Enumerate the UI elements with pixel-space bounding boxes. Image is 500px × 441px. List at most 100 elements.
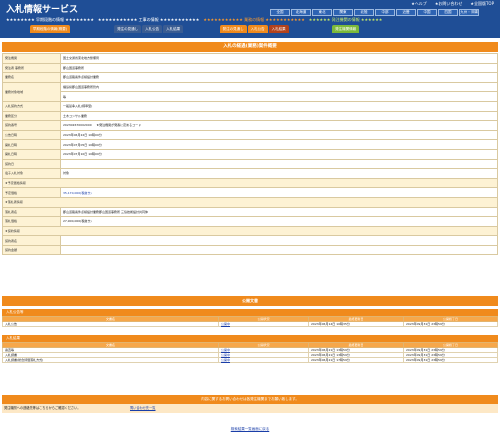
row-label: 発注機関: [2, 53, 61, 64]
region-tab[interactable]: 中国: [417, 9, 437, 16]
row-value: 2023年07月10日 10時00分: [60, 148, 498, 160]
row-value: 郡山道路案件点検設計業務: [60, 72, 498, 83]
app-title: 入札情報サービス: [6, 5, 79, 15]
region-tab[interactable]: 東北: [312, 9, 332, 16]
bidding-section-title: 入札結果: [2, 335, 498, 342]
contact-link[interactable]: ★お問い合わせ: [435, 1, 463, 7]
table-row: 等: [3, 91, 498, 102]
announce-docs-table: 文書名 公開状況 最終更新日 公開終了日 入札公告 公開中 2023年06月14…: [2, 316, 498, 327]
region-tab[interactable]: 近畿: [396, 9, 416, 16]
section-header: ★予定価格情報: [2, 177, 498, 189]
category-nav: ★★★★★★★★ 早期段階の情報 ★★★★★★★★ 早期段階の情報(概要) ★★…: [6, 17, 382, 33]
tab-service-announce[interactable]: 入札公告: [247, 25, 268, 33]
row-value: 福島県郡山国道事務所管内: [60, 81, 498, 93]
row-label: 開札日時: [2, 148, 61, 160]
table-row: 公告日時 2023年06月22日 10時00分: [2, 129, 498, 141]
row-value: 等: [60, 91, 498, 102]
table-row: 開札日時 2023年07月05日 10時00分: [2, 139, 498, 150]
row-label: 契約番号: [2, 120, 61, 131]
doc-status-link[interactable]: 公開中: [218, 321, 309, 327]
announce-section-title: 入札公告等: [2, 309, 498, 316]
national-top-link[interactable]: ★全国版TOP: [470, 1, 494, 7]
row-value: [60, 158, 498, 170]
doc-status-link[interactable]: 公開中: [218, 357, 309, 363]
contract-number: 202302670002000: [63, 123, 92, 128]
table-row: 落札者名 郡山道路案件点検設計業務郡山国道事務所 三協技術設計共同体: [2, 206, 498, 218]
row-value: 2023年07月05日 10時00分: [60, 139, 498, 150]
row-value: 一般競争入札(標準型): [60, 100, 498, 112]
row-label: 電子入札対象: [2, 168, 61, 179]
agency-group: ★★★★★★ 発注機関の情報 ★★★★★★ 発注機関情報: [308, 17, 383, 33]
row-label: 落札者名: [2, 206, 61, 218]
row-value: 郡山道路案件点検設計業務郡山国道事務所 三協技術設計共同体: [60, 206, 498, 218]
header-bar: 入札情報サービス ★ヘルプ ★お問い合わせ ★全国版TOP 全国 北海道 東北 …: [0, 0, 500, 38]
table-row: ★落札者情報: [2, 196, 498, 208]
table-row: ★契約情報: [2, 225, 498, 237]
back-to-results-link[interactable]: 検索結果一覧画面に戻る: [231, 427, 270, 431]
tab-agency-info[interactable]: 発注機関情報: [332, 25, 360, 33]
doc-updated: 2023年06月14日 10時35分: [308, 321, 404, 327]
row-value: 国土交通省東北地方整備局: [60, 53, 498, 64]
row-label: 発注者 事務所: [2, 62, 61, 74]
row-value: 郡山国道事務所: [60, 62, 498, 74]
tab-construction-result[interactable]: 入札結果: [163, 25, 184, 33]
row-label: 契約者名: [2, 235, 61, 246]
table-row: 入札調書(総合評価落札方式) 公開中 2023年06月21日 17時59分 20…: [2, 357, 498, 363]
row-label: 契約日: [2, 158, 61, 170]
row-value: 202302670002000 ★発注機関が発番に定めるコード: [60, 120, 498, 131]
back-to-results: 検索結果一覧画面に戻る: [0, 427, 500, 432]
tab-early-stage[interactable]: 早期段階の情報(概要): [29, 25, 71, 33]
region-tab[interactable]: 四国: [438, 9, 458, 16]
row-label: 契約金額: [2, 244, 61, 256]
row-label: 業務区分: [2, 110, 61, 122]
table-row: 開札日時 2023年07月10日 10時00分: [2, 148, 498, 160]
region-tab[interactable]: 関東: [333, 9, 353, 16]
region-tab[interactable]: 全国: [270, 9, 290, 16]
tab-construction-forecast[interactable]: 発注の見通し: [114, 25, 142, 33]
help-link[interactable]: ★ヘルプ: [411, 1, 427, 7]
group-title: ★★★★★★ 発注機関の情報 ★★★★★★: [308, 17, 383, 22]
section-header: ★契約情報: [2, 225, 498, 237]
construction-group: ★★★★★★★★★★★ 工事の情報 ★★★★★★★★★★★ 発注の見通し 入札公…: [98, 17, 199, 33]
detail-table: 発注機関 国土交通省東北地方整備局 発注者 事務所 郡山国道事務所 業務名 郡山道路案…: [2, 53, 498, 256]
row-label: 開札日時: [2, 139, 61, 150]
table-row: 契約者名: [2, 235, 498, 246]
table-row: 業務対象地域 福島県郡山国道事務所管内: [2, 81, 498, 102]
table-row: 契約番号 202302670002000 ★発注機関が発番に定めるコード: [2, 120, 498, 131]
contact-notice-bar: 内容に関するお問い合わせは各発注機関までお願い致します。: [2, 395, 498, 404]
region-tab[interactable]: 九州・沖縄: [459, 9, 479, 16]
group-title: ★★★★★★★★★★★ 工事の情報 ★★★★★★★★★★★: [97, 17, 200, 22]
service-group: ★★★★★★★★★★★ 業務の情報 ★★★★★★★★★★★ 発注の見通し 入札公…: [203, 17, 305, 33]
tab-service-forecast[interactable]: 発注の見通し: [219, 25, 247, 33]
table-row: 入札契約方式 一般競争入札(標準型): [2, 100, 498, 112]
group-title: ★★★★★★★★ 早期段階の情報 ★★★★★★★★: [6, 17, 94, 22]
tab-service-result[interactable]: 入札結果: [268, 25, 289, 33]
table-row: 発注者 事務所 郡山国道事務所: [2, 62, 498, 74]
row-value: 対象: [60, 168, 498, 179]
doc-end: 2023年09月31日 23時59分: [403, 321, 498, 327]
region-tab[interactable]: 北海道: [291, 9, 311, 16]
table-row: 契約金額: [2, 244, 498, 256]
table-row: 入札公告 公開中 2023年06月14日 10時35分 2023年09月31日 …: [2, 321, 498, 327]
region-tab[interactable]: 北陸: [354, 9, 374, 16]
contact-list-link[interactable]: 問い合わせ先一覧: [130, 404, 156, 413]
row-value: [60, 235, 498, 246]
page-title: 入札の経過(業務)案件概要: [2, 42, 498, 52]
bidding-docs-table: 文書名 公開状況 最終更新日 公開終了日 審査等 公開中 2023年06月21日…: [2, 342, 498, 363]
top-links: ★ヘルプ ★お問い合わせ ★全国版TOP: [411, 1, 494, 7]
contact-row: 発注機関への連絡先等はこちらからご確認ください。 問い合わせ先一覧: [2, 404, 498, 413]
row-value: 35,170,000(税抜き): [60, 187, 498, 198]
table-row: 電子入札対象 対象: [2, 168, 498, 179]
region-tab[interactable]: 中部: [375, 9, 395, 16]
table-row: 業務区分 土木コンサル業務: [2, 110, 498, 122]
section-header: ★落札者情報: [2, 196, 498, 208]
table-row: 発注機関 国土交通省東北地方整備局: [2, 53, 498, 64]
group-title: ★★★★★★★★★★★ 業務の情報 ★★★★★★★★★★★: [203, 17, 305, 22]
docs-header: 公開文書: [2, 296, 498, 306]
tab-construction-announce[interactable]: 入札公告: [142, 25, 163, 33]
row-value: 27,900,000(税抜き): [60, 216, 498, 227]
row-label: 業務対象地域: [2, 81, 61, 102]
row-label: 落札価格: [2, 216, 61, 227]
doc-name: 入札調書(総合評価落札方式): [2, 357, 219, 363]
doc-updated: 2023年06月21日 17時59分: [308, 357, 404, 363]
